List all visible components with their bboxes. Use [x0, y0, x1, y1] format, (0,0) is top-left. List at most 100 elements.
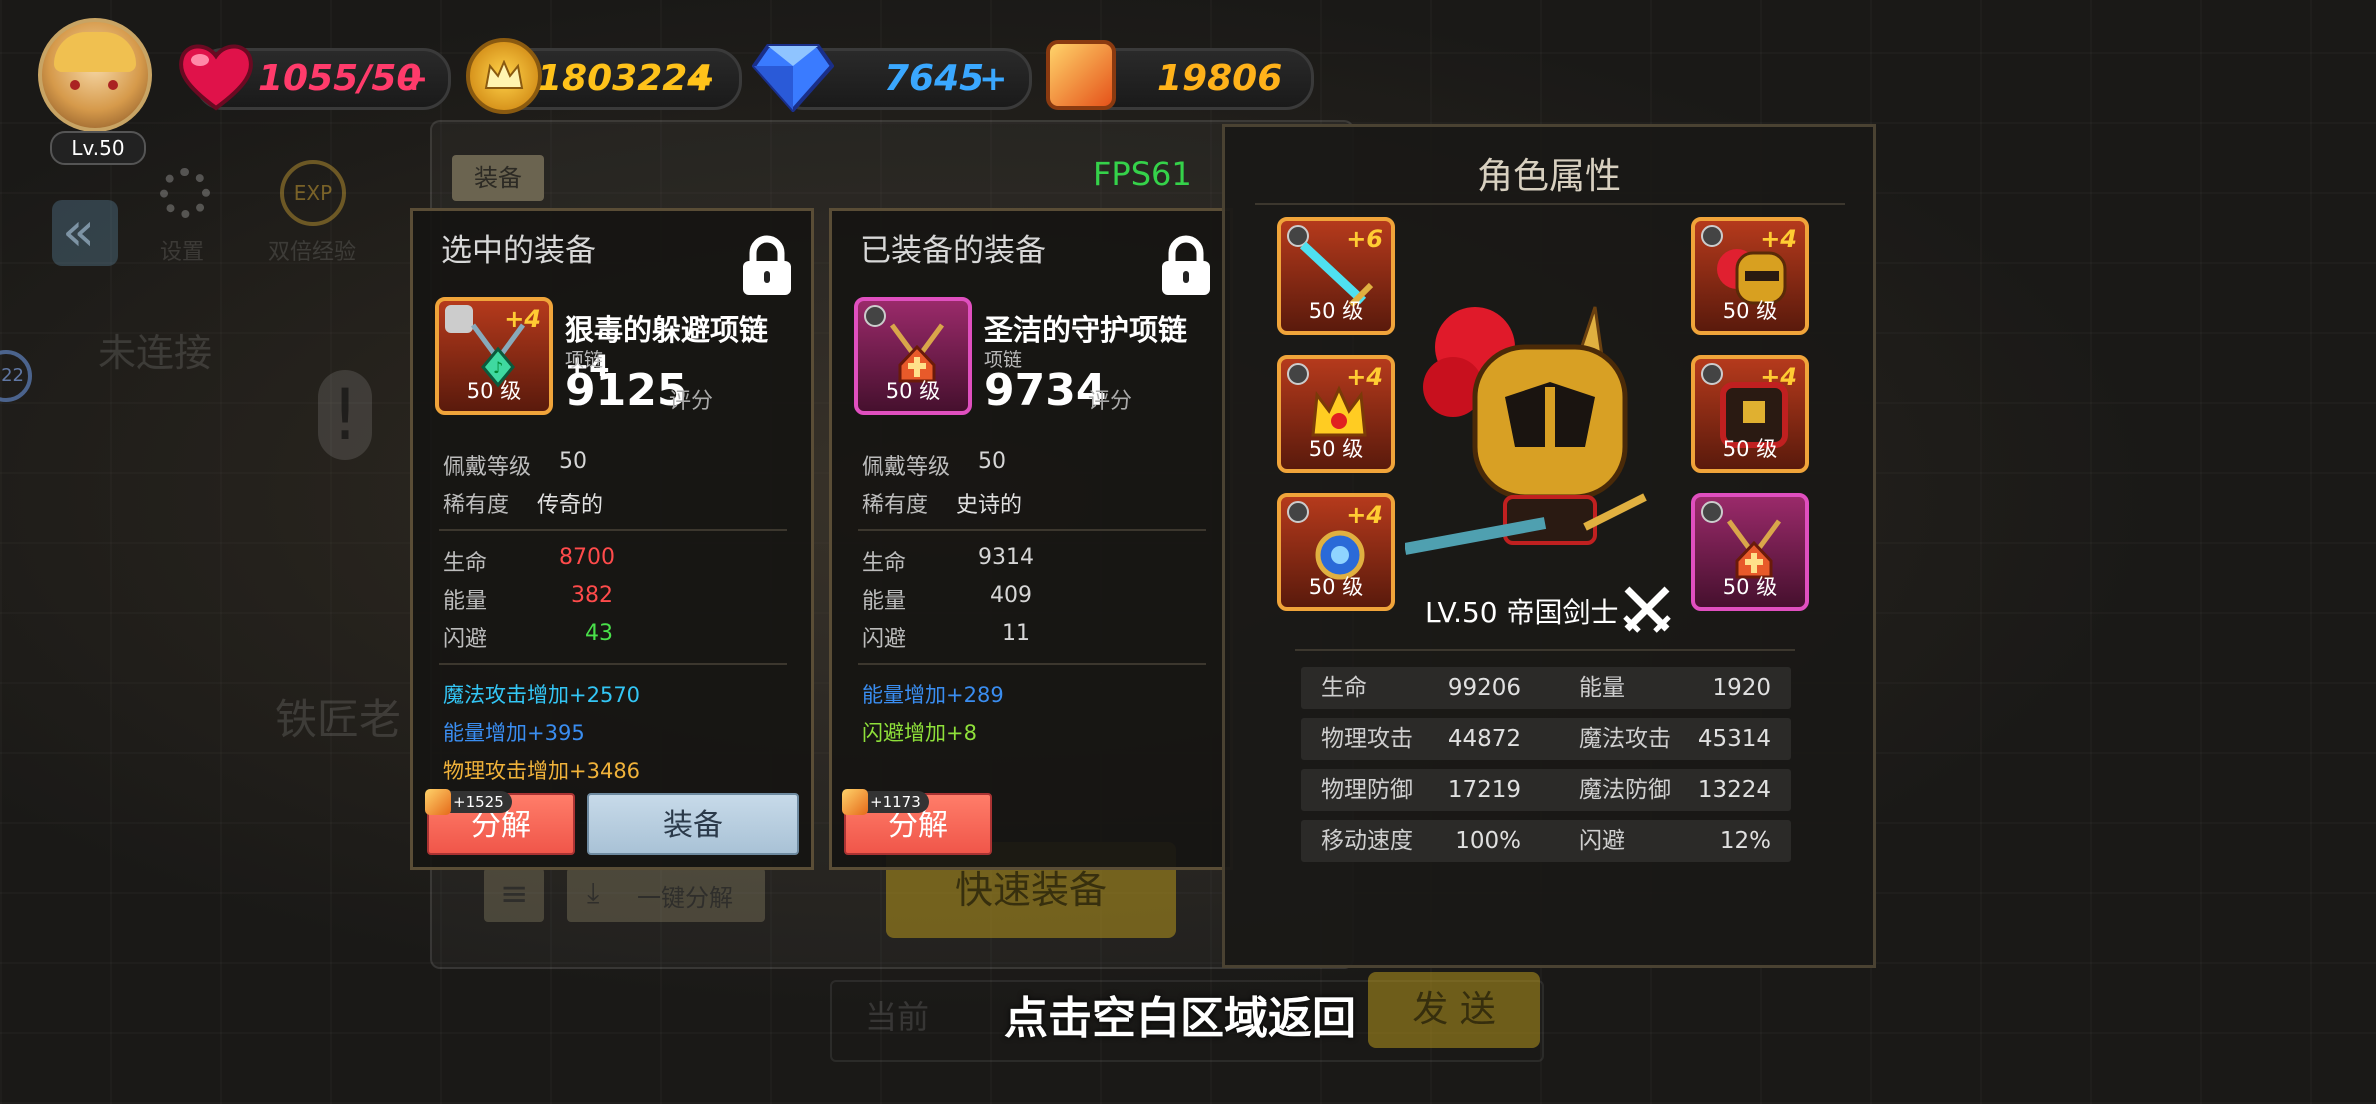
rarity-value: 传奇的	[537, 493, 604, 518]
stat-label: 闪避	[443, 627, 488, 652]
item-level-tag: 50 级	[885, 379, 941, 403]
decompose-reward: +1173	[870, 793, 921, 811]
weapon-slot[interactable]: +6 50 级	[1277, 217, 1395, 335]
settings-label: 设置	[160, 240, 205, 265]
stat-label: 物理攻击	[1321, 726, 1413, 752]
equipped-panel-title: 已装备的装备	[860, 233, 1046, 269]
bonus-line: 能量增加+395	[443, 721, 585, 745]
lock-icon[interactable]	[1158, 235, 1214, 297]
necklace-slot[interactable]: 50 级	[1691, 493, 1809, 611]
character-name: LV.50 帝国剑士	[1425, 596, 1619, 629]
one-key-decompose-button[interactable]: ⤓ 一键分解	[567, 868, 765, 922]
crown-coin-icon	[466, 38, 542, 114]
lock-icon[interactable]	[739, 235, 795, 297]
blacksmith-label: 铁匠老	[275, 695, 402, 744]
divider	[439, 529, 787, 531]
alert-icon: !	[318, 370, 372, 460]
stat-row: 物理攻击 44872 魔法攻击 45314	[1301, 718, 1791, 760]
stat-label: 生命	[443, 551, 488, 576]
wear-level-label: 佩戴等级	[862, 455, 951, 480]
stat-label: 能量	[1579, 675, 1625, 701]
connection-status: 未连接	[98, 331, 213, 375]
stat-value: 17219	[1447, 777, 1521, 803]
wear-level-label: 佩戴等级	[443, 455, 532, 480]
rarity-value: 史诗的	[956, 493, 1023, 518]
item-level-tag: 50 级	[1722, 575, 1778, 599]
bonus-line: 物理攻击增加+3486	[443, 759, 641, 783]
item-level-tag: 50 级	[1308, 437, 1364, 461]
selected-panel-title: 选中的装备	[441, 233, 596, 269]
decompose-reward-badge: +1525	[425, 789, 512, 815]
crossed-swords-icon	[1623, 586, 1671, 633]
gear-icon[interactable]	[160, 168, 210, 218]
stat-value: 8700	[559, 545, 615, 570]
fps-counter: FPS61	[1093, 155, 1192, 193]
double-exp-label: 双倍经验	[268, 240, 357, 265]
stat-value: 9314	[978, 545, 1034, 570]
stat-label: 魔法攻击	[1579, 726, 1671, 752]
stat-row: 生命 99206 能量 1920	[1301, 667, 1791, 709]
material-cube-icon	[425, 789, 451, 815]
wear-level-value: 50	[978, 449, 1006, 474]
amulet-slot[interactable]: +4 50 级	[1277, 493, 1395, 611]
stat-label: 物理防御	[1321, 777, 1413, 803]
score-unit: 评分	[669, 389, 714, 414]
stat-label: 闪避	[862, 627, 907, 652]
decompose-reward: +1525	[453, 793, 504, 811]
stat-label: 生命	[1321, 675, 1367, 701]
item-level-tag: 50 级	[1308, 299, 1364, 323]
gem-value: 7645	[884, 58, 985, 99]
item-level-tag: 50 级	[1308, 575, 1364, 599]
avatar-hair	[54, 32, 136, 72]
stat-value: 45314	[1697, 726, 1771, 752]
stat-value: 44872	[1447, 726, 1521, 752]
rarity-label: 稀有度	[862, 493, 929, 518]
divider	[858, 663, 1206, 665]
wear-level-value: 50	[559, 449, 587, 474]
bonus-line: 能量增加+289	[862, 683, 1004, 707]
divider	[1255, 203, 1845, 205]
score-unit: 评分	[1088, 389, 1133, 414]
rarity-label: 稀有度	[443, 493, 510, 518]
stat-row: 物理防御 17219 魔法防御 13224	[1301, 769, 1791, 811]
equipped-equipment-panel: 已装备的装备 50 级 圣洁的守护项链 项链 9734 评分 佩戴等级 50 稀…	[829, 208, 1233, 870]
divider	[439, 663, 787, 665]
list-view-button[interactable]: ≡	[484, 868, 544, 922]
item-level-tag: 50 级	[466, 379, 522, 403]
equipped-item-name: 圣洁的守护项链	[984, 313, 1188, 347]
selected-item-card[interactable]: +4 ♪ 50 级	[435, 297, 553, 415]
stat-label: 能量	[443, 589, 488, 614]
item-level-tag: 50 级	[1722, 299, 1778, 323]
helmet-slot[interactable]: +4 50 级	[1691, 217, 1809, 335]
send-button[interactable]: 发 送	[1368, 972, 1540, 1048]
divider	[1295, 649, 1795, 651]
decompose-reward-badge: +1173	[842, 789, 929, 815]
player-avatar[interactable]	[38, 18, 152, 132]
stat-label: 生命	[862, 551, 907, 576]
hp-plus[interactable]: +	[400, 51, 429, 107]
selected-equipment-panel: 选中的装备 +4 ♪ 50 级 狠毒的躲避项链+4 项链 9125 评分 佩戴等…	[410, 208, 814, 870]
armor-slot[interactable]: +4 50 级	[1691, 355, 1809, 473]
character-panel: 角色属性 +6 50 级 +4 50 级 +4 50 级 +4 50 级 +4 …	[1222, 124, 1876, 968]
avatar-eye	[108, 80, 118, 90]
tab-equipment[interactable]: 装备	[452, 155, 544, 201]
one-key-decompose-label: 一键分解	[637, 884, 733, 912]
stat-value: 382	[571, 583, 613, 608]
exp-icon[interactable]: EXP	[280, 160, 346, 226]
ring-slot[interactable]: +4 50 级	[1277, 355, 1395, 473]
stat-value: 43	[585, 621, 613, 646]
stat-label: 移动速度	[1321, 828, 1413, 854]
skull-slot-icon	[1287, 363, 1309, 385]
download-icon: ⤓	[587, 876, 600, 909]
equipped-item-card[interactable]: 50 级	[854, 297, 972, 415]
equip-button[interactable]: 装备	[587, 793, 799, 855]
stat-value: 11	[1002, 621, 1030, 646]
item-level-tag: 50 级	[1722, 437, 1778, 461]
gem-plus[interactable]: +	[979, 51, 1008, 107]
back-button[interactable]: «	[52, 200, 118, 266]
stat-value: 12%	[1719, 828, 1771, 854]
gold-plus[interactable]: +	[687, 51, 716, 107]
stat-value: 409	[990, 583, 1032, 608]
tap-to-return-hint[interactable]: 点击空白区域返回	[1004, 982, 1356, 1046]
stat-label: 能量	[862, 589, 907, 614]
